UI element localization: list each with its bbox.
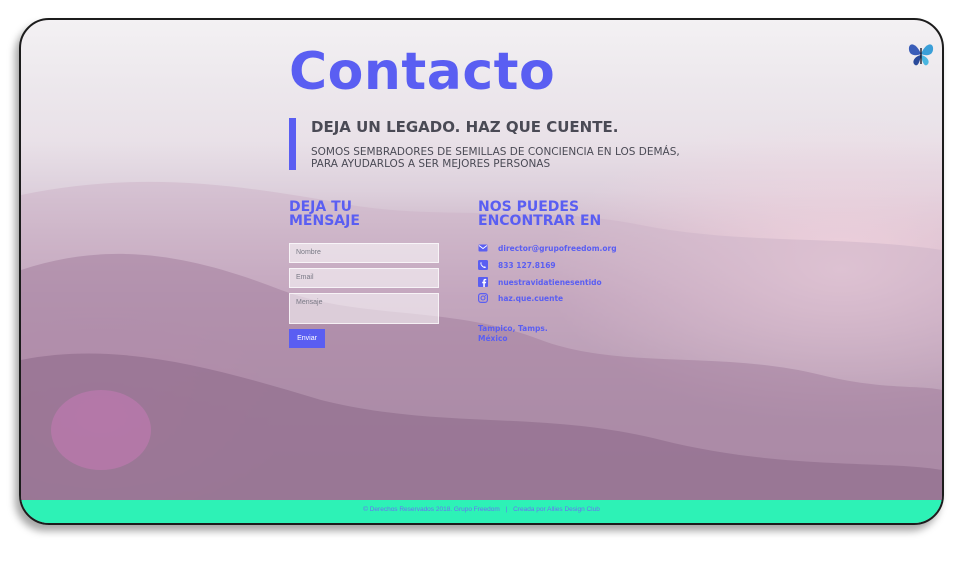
contact-instagram[interactable]: haz.que.cuente bbox=[478, 292, 563, 304]
mission-text: SOMOS SEMBRADORES DE SEMILLAS DE CONCIEN… bbox=[311, 146, 680, 170]
contact-title: NOS PUEDES ENCONTRAR EN bbox=[478, 199, 602, 229]
footer-credit-link[interactable]: Creada por Allies Design Club bbox=[513, 506, 600, 513]
email-icon bbox=[478, 244, 488, 252]
email-text: director@grupofreedom.org bbox=[498, 243, 617, 253]
phone-text: 833 127.8169 bbox=[498, 260, 556, 270]
instagram-icon bbox=[478, 293, 488, 303]
email-input[interactable]: Email bbox=[289, 268, 439, 288]
send-button[interactable]: Enviar bbox=[289, 329, 325, 348]
footer-copyright: © Derechos Reservados 2018. Grupo Freedo… bbox=[363, 506, 500, 513]
phone-icon bbox=[478, 260, 488, 270]
contact-facebook[interactable]: nuestravidatienesentido bbox=[478, 276, 602, 288]
contact-email[interactable]: director@grupofreedom.org bbox=[478, 242, 617, 254]
facebook-icon bbox=[478, 277, 488, 287]
accent-bar bbox=[289, 118, 296, 170]
page-title: Contacto bbox=[289, 42, 556, 102]
message-textarea[interactable]: Mensaje bbox=[289, 293, 439, 324]
contact-phone[interactable]: 833 127.8169 bbox=[478, 259, 556, 271]
location-city: Tampico, Tamps. bbox=[478, 324, 548, 333]
footer: © Derechos Reservados 2018. Grupo Freedo… bbox=[21, 500, 942, 523]
tagline: DEJA UN LEGADO. HAZ QUE CUENTE. bbox=[311, 118, 619, 136]
name-input[interactable]: Nombre bbox=[289, 243, 439, 263]
instagram-text: haz.que.cuente bbox=[498, 293, 564, 303]
facebook-text: nuestravidatienesentido bbox=[498, 277, 602, 287]
browser-frame: Contacto DEJA UN LEGADO. HAZ QUE CUENTE.… bbox=[19, 18, 944, 525]
footer-separator: | bbox=[505, 506, 508, 513]
form-title: DEJA TU MENSAJE bbox=[289, 199, 360, 229]
butterfly-logo-icon[interactable] bbox=[906, 40, 936, 68]
tagline-block: DEJA UN LEGADO. HAZ QUE CUENTE. SOMOS SE… bbox=[289, 118, 709, 174]
location: Tampico, Tamps. México bbox=[478, 324, 548, 344]
location-country: México bbox=[478, 334, 508, 343]
